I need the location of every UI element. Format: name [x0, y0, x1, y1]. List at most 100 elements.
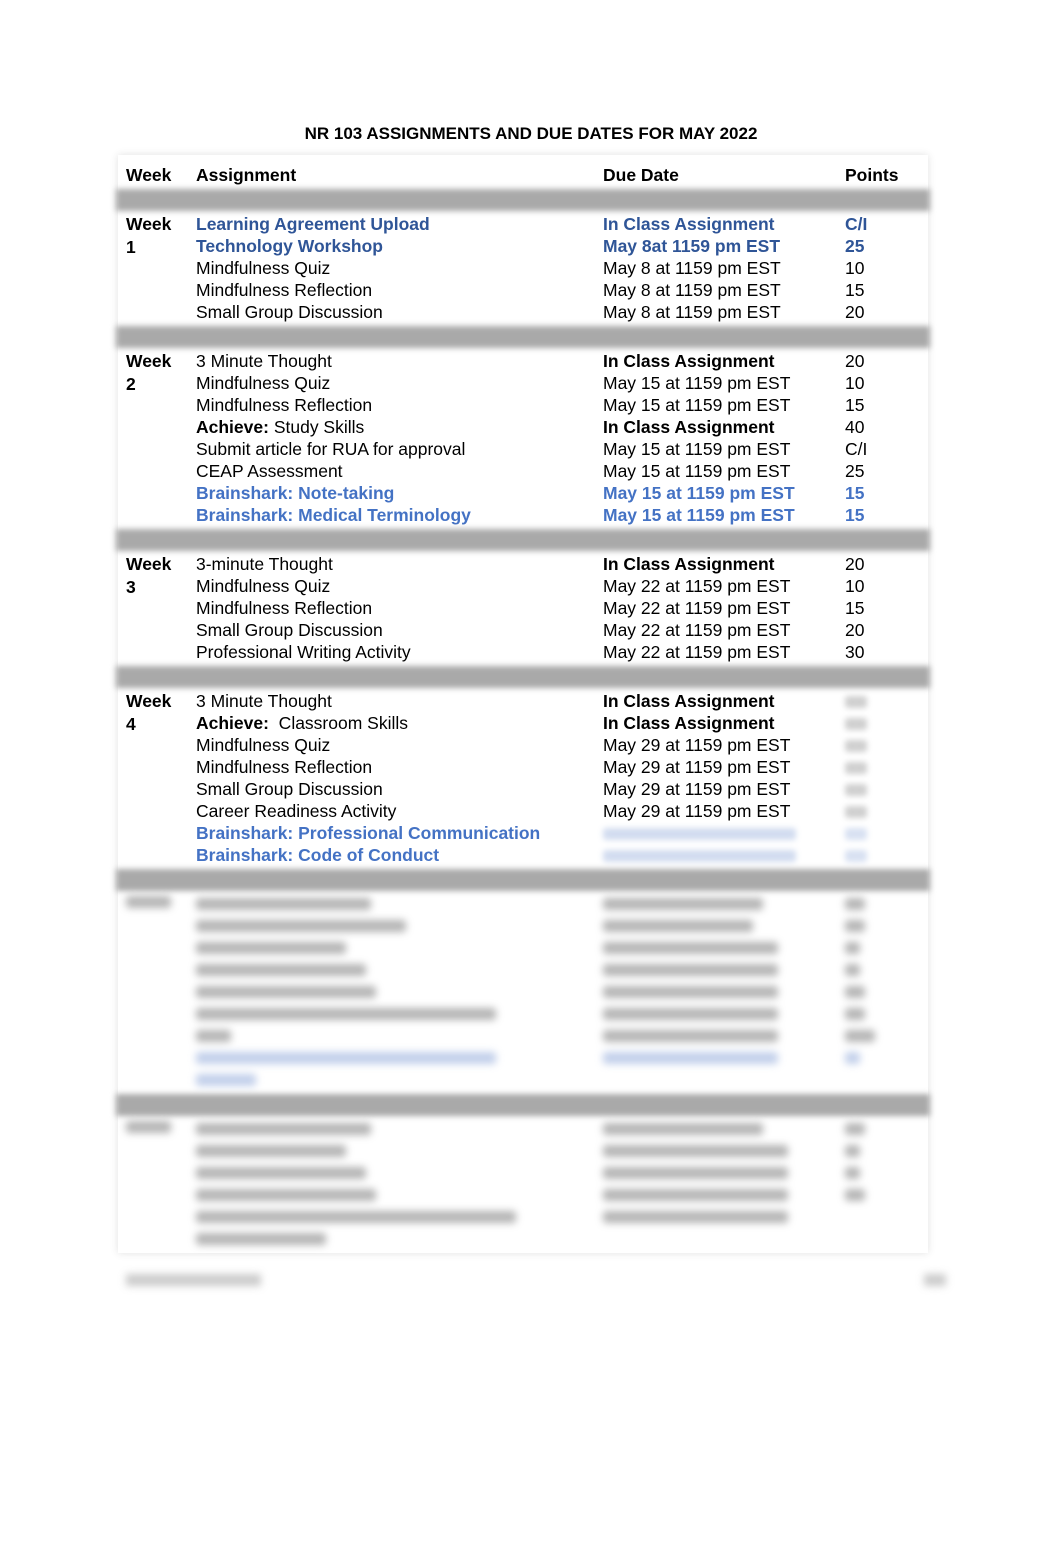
due-date-cell: May 15 at 1159 pm EST — [603, 395, 791, 415]
table-row: Achieve: Classroom Skills In Class Assign… — [188, 712, 928, 734]
obscured-cell — [188, 1230, 595, 1248]
week-label-obscured — [118, 1118, 188, 1250]
assignment-cell: Mindfulness Quiz — [196, 735, 331, 755]
obscured-cell — [837, 1027, 928, 1045]
table-row: Brainshark: Professional Communication — [188, 822, 928, 844]
points-cell: 15 — [845, 280, 865, 300]
points-cell — [837, 844, 928, 866]
table-row: CEAP Assessment May 15 at 1159 pm EST 25 — [188, 460, 928, 482]
points-cell: 10 — [845, 576, 865, 596]
table-row: Small Group Discussion May 8 at 1159 pm E… — [188, 301, 928, 323]
assignment-cell: Small Group Discussion — [196, 620, 383, 640]
obscured-cell — [188, 1164, 595, 1182]
table-row: Brainshark: Note-taking May 15 at 1159 pm… — [188, 482, 928, 504]
table-row-obscured — [188, 1206, 928, 1228]
obscured-cell — [837, 1164, 928, 1182]
table-row-obscured — [188, 937, 928, 959]
table-row-obscured — [188, 1184, 928, 1206]
assignment-cell: Professional Writing Activity — [196, 642, 411, 662]
points-cell: C/I — [845, 214, 868, 234]
obscured-cell — [188, 1049, 595, 1067]
obscured-cell — [837, 961, 928, 979]
due-date-cell: May 15 at 1159 pm EST — [603, 505, 795, 525]
assignment-cell: Submit article for RUA for approval — [196, 439, 466, 459]
due-date-cell: May 22 at 1159 pm EST — [603, 642, 791, 662]
due-date-cell: May 29 at 1159 pm EST — [603, 757, 791, 777]
due-date-cell: May 8at 1159 pm EST — [603, 236, 781, 256]
week-separator — [116, 529, 930, 551]
obscured-cell — [595, 1164, 837, 1182]
points-cell: C/I — [845, 439, 868, 459]
table-row: Mindfulness Quiz May 22 at 1159 pm EST 10 — [188, 575, 928, 597]
table-row: Brainshark: Medical Terminology May 15 at… — [188, 504, 928, 526]
due-date-obscured — [603, 828, 796, 841]
assignment-cell: Mindfulness Quiz — [196, 576, 331, 596]
obscured-cell — [837, 939, 928, 957]
obscured-cell — [188, 1120, 595, 1138]
assignment-cell: 3-minute Thought — [196, 554, 333, 574]
points-cell — [837, 800, 928, 822]
table-row: Achieve: Study Skills In Class Assignment… — [188, 416, 928, 438]
week-label: Week 4 — [126, 691, 172, 734]
obscured-cell — [837, 895, 928, 913]
table-row: Learning Agreement Upload In Class Assign… — [188, 213, 928, 235]
obscured-cell — [595, 939, 837, 957]
obscured-cell — [188, 1071, 595, 1089]
due-date-cell: In Class Assignment — [603, 214, 775, 234]
due-date-cell: In Class Assignment — [603, 554, 775, 574]
header-assignment: Assignment — [196, 165, 297, 185]
points-cell: 20 — [845, 351, 865, 371]
table-row-obscured — [188, 1047, 928, 1069]
table-row: Submit article for RUA for approval May 1… — [188, 438, 928, 460]
points-cell: 15 — [845, 598, 865, 618]
table-row: Small Group Discussion May 22 at 1159 pm … — [188, 619, 928, 641]
due-date-cell: In Class Assignment — [603, 351, 775, 371]
points-obscured — [845, 806, 867, 819]
assignment-cell: Career Readiness Activity — [196, 801, 397, 821]
points-obscured — [845, 828, 867, 841]
obscured-cell — [188, 1208, 595, 1226]
table-row-obscured — [188, 1003, 928, 1025]
week-label: Week 3 — [126, 554, 172, 597]
table-row-obscured — [188, 915, 928, 937]
obscured-cell — [595, 1049, 837, 1067]
page-number-obscured — [924, 1274, 946, 1286]
document-title: NR 103 ASSIGNMENTS AND DUE DATES FOR MAY… — [304, 124, 758, 143]
assignment-cell: Mindfulness Reflection — [196, 757, 373, 777]
week-label: Week 1 — [126, 214, 172, 257]
table-row: 3 Minute Thought In Class Assignment — [188, 690, 928, 712]
due-date-cell: In Class Assignment — [603, 691, 775, 711]
table-row-obscured — [188, 1069, 928, 1091]
week-block: Week 4 3 Minute Thought In Class Assignment… — [118, 688, 928, 869]
points-cell: 25 — [845, 461, 865, 481]
obscured-cell — [837, 1142, 928, 1160]
assignment-cell: 3 Minute Thought — [196, 691, 332, 711]
obscured-cell — [188, 1027, 595, 1045]
table-row: Professional Writing Activity May 22 at 1… — [188, 641, 928, 663]
week-separator — [116, 666, 930, 688]
obscured-cell — [837, 1186, 928, 1204]
obscured-cell — [595, 983, 837, 1001]
due-date-cell: May 29 at 1159 pm EST — [603, 779, 791, 799]
points-cell: 20 — [845, 302, 865, 322]
week-block: Week 1 Learning Agreement Upload In Class A… — [118, 211, 928, 326]
obscured-cell — [188, 961, 595, 979]
assignment-prefix: Achieve: — [196, 713, 269, 733]
due-date-cell: May 15 at 1159 pm EST — [603, 439, 791, 459]
obscured-cell — [837, 983, 928, 1001]
table-row: Career Readiness Activity May 29 at 1159 … — [188, 800, 928, 822]
assignments-table: Week Assignment Due Date Points Week 1 Lea… — [116, 155, 930, 1253]
footer-left-obscured — [126, 1274, 261, 1286]
points-cell: 15 — [845, 505, 865, 525]
obscured-cell — [188, 1186, 595, 1204]
due-date-cell: In Class Assignment — [603, 417, 775, 437]
points-cell — [837, 778, 928, 800]
assignment-cell: 3 Minute Thought — [196, 351, 332, 371]
obscured-cell — [188, 983, 595, 1001]
table-row: Mindfulness Reflection May 29 at 1159 pm … — [188, 756, 928, 778]
due-date-obscured — [603, 850, 796, 863]
points-obscured — [845, 784, 867, 797]
assignment-cell: Mindfulness Reflection — [196, 395, 373, 415]
assignment-cell: Mindfulness Reflection — [196, 280, 373, 300]
due-date-cell: In Class Assignment — [603, 713, 775, 733]
